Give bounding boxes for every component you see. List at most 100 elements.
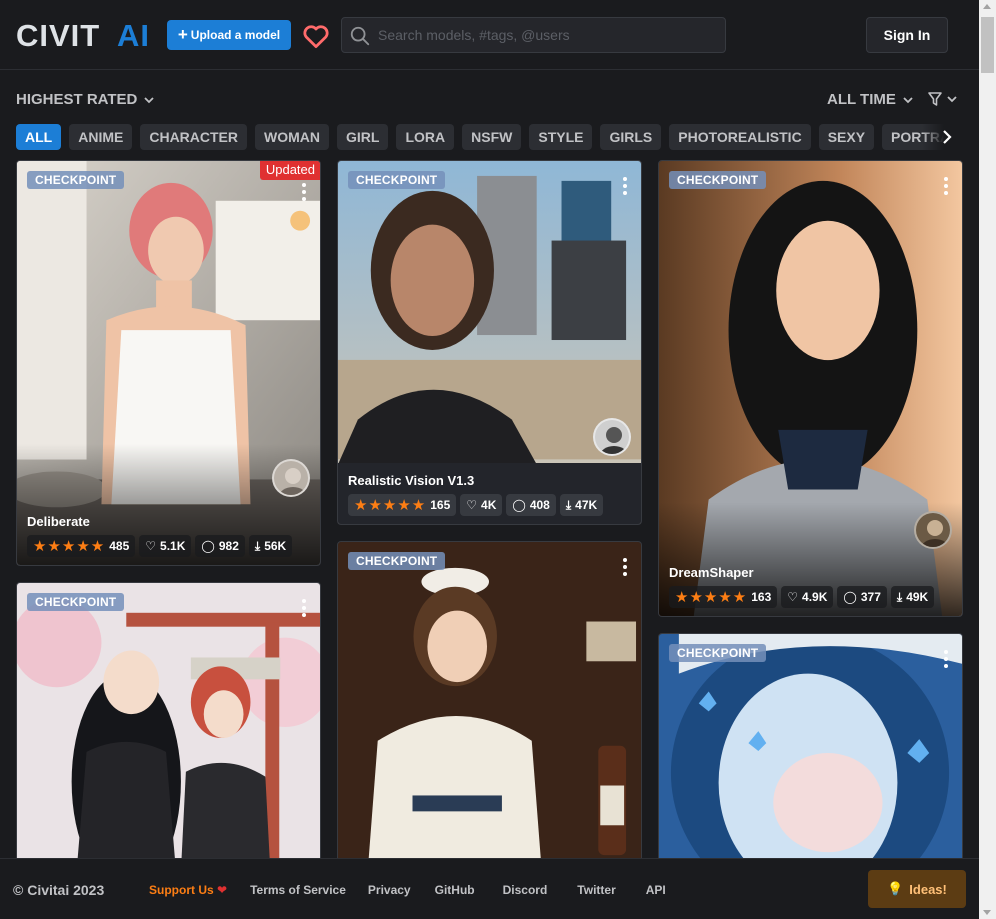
likes-stat: ♡ 4K (460, 494, 503, 516)
creator-avatar[interactable] (914, 511, 952, 549)
downloads-count: 47K (575, 498, 598, 512)
footer-links: Support Us ❤ Terms of Service Privacy Gi… (149, 883, 666, 897)
comment-icon: ◯ (201, 539, 215, 553)
comments-count: 408 (529, 498, 550, 512)
model-card[interactable]: CHECKPOINT Realistic Vision V1.3 ★★★★★ 16… (337, 160, 642, 525)
model-preview-image (659, 634, 962, 870)
comments-count: 377 (860, 590, 881, 604)
model-card[interactable]: CHECKPOINT (337, 541, 642, 871)
tag-character[interactable]: CHARACTER (140, 124, 248, 150)
heart-icon[interactable] (301, 21, 331, 51)
tag-woman[interactable]: WOMAN (255, 124, 330, 150)
tag-list: ALL ANIME CHARACTER WOMAN GIRL LORA NSFW… (16, 124, 962, 150)
rating-count: 165 (430, 498, 451, 512)
more-options-icon[interactable] (302, 183, 306, 204)
plus-icon: + (177, 24, 188, 44)
sign-in-button[interactable]: Sign In (866, 17, 948, 53)
search-box (341, 17, 726, 53)
svg-text:CIVIT: CIVIT (16, 19, 100, 49)
card-info: Deliberate ★★★★★ 485 ♡ 5.1K ◯ 982 ⤓ 56K (17, 504, 320, 565)
updated-badge: Updated (259, 161, 320, 180)
more-options-icon[interactable] (944, 177, 948, 198)
chevron-down-icon (903, 96, 913, 103)
model-card[interactable]: CHECKPOINT Updated Deliberate ★★★★★ 485 ♡… (16, 160, 321, 566)
filter-button[interactable] (927, 91, 958, 107)
tag-photorealistic[interactable]: PHOTOREALISTIC (669, 124, 811, 150)
header: CIVIT AI + Upload a model Sign In (0, 0, 979, 70)
comments-stat: ◯ 408 (506, 494, 556, 516)
card-info: Realistic Vision V1.3 ★★★★★ 165 ♡ 4K ◯ 408 … (338, 463, 641, 524)
tag-girls[interactable]: GIRLS (600, 124, 662, 150)
chevron-right-icon[interactable] (940, 128, 954, 151)
model-card[interactable]: CHECKPOINT (658, 633, 963, 871)
heart-filled-icon: ❤ (217, 883, 228, 897)
download-icon: ⤓ (896, 589, 903, 604)
period-dropdown[interactable]: ALL TIME (827, 91, 914, 108)
star-rating-icon: ★★★★★ (675, 589, 748, 606)
model-preview-image (17, 583, 320, 871)
checkpoint-badge: CHECKPOINT (348, 171, 446, 189)
support-us-link[interactable]: Support Us ❤ (149, 883, 227, 897)
more-options-icon[interactable] (623, 177, 627, 198)
comments-stat: ◯ 377 (837, 586, 887, 608)
svg-text:AI: AI (117, 19, 150, 49)
scroll-down-arrow-icon[interactable] (983, 910, 991, 915)
model-title[interactable]: Deliberate (27, 514, 310, 529)
period-label: ALL TIME (827, 91, 896, 108)
comments-count: 982 (218, 539, 239, 553)
more-options-icon[interactable] (302, 599, 306, 620)
scrollbar[interactable] (979, 0, 996, 919)
creator-avatar[interactable] (272, 459, 310, 497)
downloads-stat: ⤓ 47K (559, 494, 604, 516)
api-link[interactable]: API (646, 883, 666, 897)
more-options-icon[interactable] (623, 558, 627, 579)
card-stats: ★★★★★ 485 ♡ 5.1K ◯ 982 ⤓ 56K (27, 535, 310, 557)
tag-all[interactable]: ALL (16, 124, 62, 150)
scroll-up-arrow-icon[interactable] (983, 4, 991, 9)
creator-avatar[interactable] (593, 418, 631, 456)
tag-anime[interactable]: ANIME (69, 124, 133, 150)
civitai-logo[interactable]: CIVIT AI (16, 18, 156, 50)
ideas-label: Ideas! (909, 881, 947, 897)
github-link[interactable]: GitHub (435, 883, 475, 897)
card-stats: ★★★★★ 163 ♡ 4.9K ◯ 377 ⤓ 49K (669, 586, 952, 608)
model-title[interactable]: DreamShaper (669, 565, 952, 580)
tag-sexy[interactable]: SEXY (818, 124, 875, 150)
rating-count: 485 (109, 539, 130, 553)
footer: © Civitai 2023 Support Us ❤ Terms of Ser… (0, 858, 979, 919)
sort-dropdown[interactable]: HIGHEST RATED (16, 91, 155, 108)
upload-model-button[interactable]: + Upload a model (167, 20, 291, 50)
tag-girl[interactable]: GIRL (337, 124, 389, 150)
support-us-label: Support Us (149, 883, 214, 897)
star-rating-icon: ★★★★★ (354, 497, 427, 514)
card-stats: ★★★★★ 165 ♡ 4K ◯ 408 ⤓ 47K (348, 494, 631, 516)
sort-label: HIGHEST RATED (16, 91, 138, 108)
tag-lora[interactable]: LORA (396, 124, 455, 150)
comment-icon: ◯ (512, 498, 526, 512)
model-title[interactable]: Realistic Vision V1.3 (348, 473, 631, 488)
heart-outline-icon: ♡ (787, 590, 799, 604)
checkpoint-badge: CHECKPOINT (669, 171, 767, 189)
chevron-down-icon (947, 96, 957, 103)
more-options-icon[interactable] (944, 650, 948, 671)
twitter-link[interactable]: Twitter (577, 883, 615, 897)
rating-stat: ★★★★★ 163 (669, 586, 778, 608)
star-rating-icon: ★★★★★ (33, 538, 106, 555)
model-card[interactable]: CHECKPOINT DreamShaper ★★★★★ 163 ♡ 4.9K ◯ 3… (658, 160, 963, 617)
scroll-thumb[interactable] (981, 17, 994, 73)
filter-icon (928, 92, 942, 106)
tag-style[interactable]: STYLE (529, 124, 593, 150)
downloads-stat: ⤓ 56K (248, 535, 293, 557)
privacy-link[interactable]: Privacy (368, 883, 411, 897)
tag-nsfw[interactable]: NSFW (462, 124, 522, 150)
ideas-button[interactable]: 💡 Ideas! (868, 870, 966, 908)
model-preview-image (338, 542, 641, 870)
copyright-text: © Civitai 2023 (13, 882, 105, 898)
rating-stat: ★★★★★ 485 (27, 535, 136, 557)
search-input[interactable] (378, 18, 718, 52)
checkpoint-badge: CHECKPOINT (669, 644, 767, 662)
likes-stat: ♡ 4.9K (781, 586, 834, 608)
model-card[interactable]: CHECKPOINT (16, 582, 321, 872)
terms-link[interactable]: Terms of Service (250, 883, 346, 897)
discord-link[interactable]: Discord (503, 883, 548, 897)
